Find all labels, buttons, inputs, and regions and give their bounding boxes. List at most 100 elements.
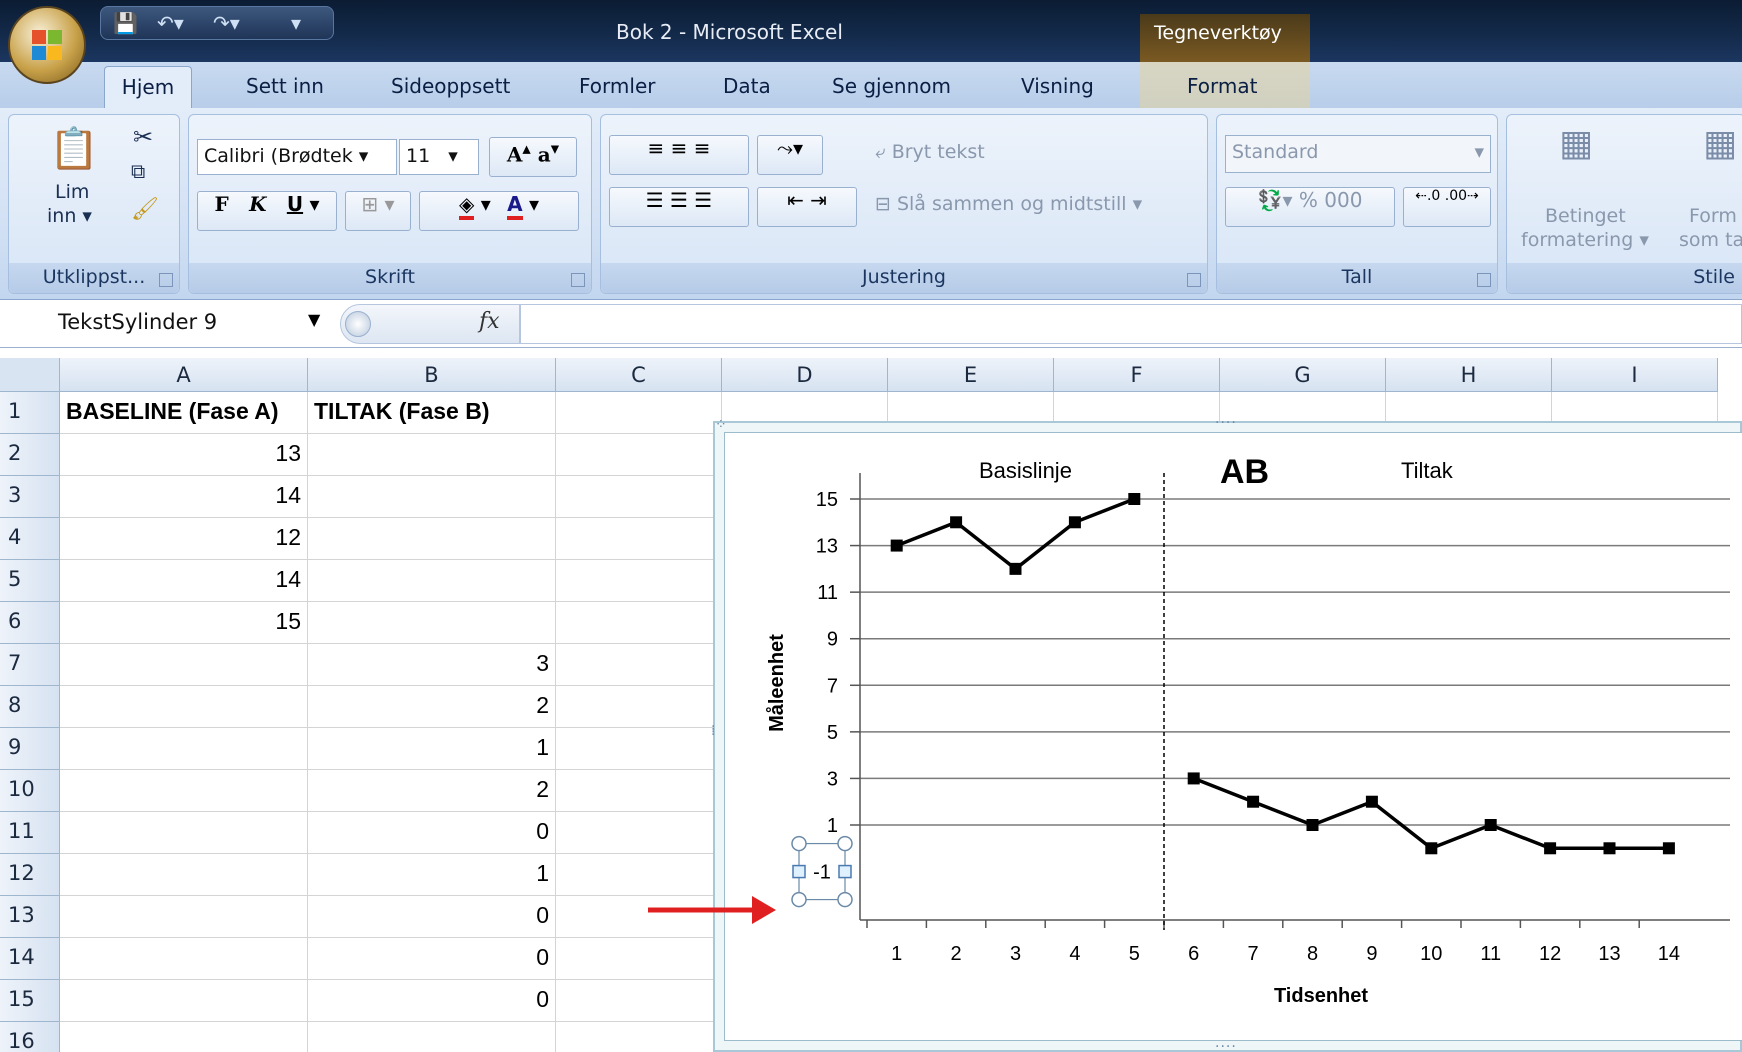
currency-icon[interactable]: 💱▾ <box>1258 188 1293 212</box>
cell-b2[interactable] <box>308 434 556 476</box>
office-button[interactable] <box>8 6 86 84</box>
cell-c2[interactable] <box>556 434 722 476</box>
cell-c14[interactable] <box>556 938 722 980</box>
resize-handle-top[interactable]: ···· <box>1215 415 1237 431</box>
tab-sett-inn[interactable]: Sett inn <box>246 70 324 102</box>
row-header-4[interactable]: 4 <box>0 518 60 560</box>
cell-a2[interactable]: 13 <box>60 434 308 476</box>
tab-data[interactable]: Data <box>723 70 771 102</box>
font-size-grow-shrink[interactable]: A▴ a▾ <box>489 137 577 177</box>
column-header-a[interactable]: A <box>60 358 308 392</box>
cell-c7[interactable] <box>556 644 722 686</box>
bold-button[interactable]: F <box>215 192 229 216</box>
cell-b11[interactable]: 0 <box>308 812 556 854</box>
customize-qat-icon[interactable]: ▾ <box>291 11 301 35</box>
italic-button[interactable]: K <box>249 192 266 216</box>
select-all-corner[interactable] <box>0 358 60 392</box>
cell-c8[interactable] <box>556 686 722 728</box>
cell-b10[interactable]: 2 <box>308 770 556 812</box>
cell-c6[interactable] <box>556 602 722 644</box>
tab-visning[interactable]: Visning <box>1021 70 1094 102</box>
indent-buttons[interactable]: ⇤ ⇥ <box>757 187 857 227</box>
cell-a15[interactable] <box>60 980 308 1022</box>
tab-sideoppsett[interactable]: Sideoppsett <box>391 70 510 102</box>
cell-c15[interactable] <box>556 980 722 1022</box>
tab-formler[interactable]: Formler <box>579 70 655 102</box>
vertical-align-buttons[interactable]: ≡ ≡ ≡ <box>609 135 749 175</box>
cell-a7[interactable] <box>60 644 308 686</box>
insert-function-icon[interactable]: fx <box>479 309 500 334</box>
merge-center-button[interactable]: ⊟ Slå sammen og midtstill ▾ <box>875 193 1142 215</box>
fill-color-icon[interactable]: ◈ <box>458 192 475 220</box>
percent-button[interactable]: % <box>1299 188 1318 212</box>
row-header-13[interactable]: 13 <box>0 896 60 938</box>
tab-hjem[interactable]: Hjem <box>104 66 192 108</box>
cell-b12[interactable]: 1 <box>308 854 556 896</box>
column-header-e[interactable]: E <box>888 358 1054 392</box>
chevron-down-icon[interactable]: ▾ <box>309 192 319 216</box>
horizontal-align-buttons[interactable]: ☰ ☰ ☰ <box>609 187 749 227</box>
copy-icon[interactable]: ⧉ <box>131 159 145 183</box>
cell-c16[interactable] <box>556 1022 722 1052</box>
row-header-12[interactable]: 12 <box>0 854 60 896</box>
cell-c10[interactable] <box>556 770 722 812</box>
cell-b7[interactable]: 3 <box>308 644 556 686</box>
cell-a4[interactable]: 12 <box>60 518 308 560</box>
conditional-format-label-2[interactable]: formatering ▾ <box>1521 229 1649 251</box>
paste-label-1[interactable]: Lim <box>55 181 89 203</box>
cell-a6[interactable]: 15 <box>60 602 308 644</box>
conditional-format-icon[interactable]: ▦ <box>1559 123 1593 164</box>
row-header-10[interactable]: 10 <box>0 770 60 812</box>
column-header-f[interactable]: F <box>1054 358 1220 392</box>
wrap-text-button[interactable]: ⤶ Bryt tekst <box>875 141 985 163</box>
column-header-i[interactable]: I <box>1552 358 1718 392</box>
cell-b15[interactable]: 0 <box>308 980 556 1022</box>
font-color-icon[interactable]: A <box>507 192 523 220</box>
cell-a14[interactable] <box>60 938 308 980</box>
redo-icon[interactable]: ↷▾ <box>213 11 240 35</box>
orientation-button[interactable]: ⤳▾ <box>757 135 823 175</box>
cell-a1[interactable]: BASELINE (Fase A) <box>60 392 308 434</box>
cell-c5[interactable] <box>556 560 722 602</box>
row-header-2[interactable]: 2 <box>0 434 60 476</box>
cell-b1[interactable]: TILTAK (Fase B) <box>308 392 556 434</box>
cut-icon[interactable]: ✂ <box>133 123 153 151</box>
cell-a9[interactable] <box>60 728 308 770</box>
alignment-launcher-icon[interactable] <box>1187 273 1201 287</box>
font-name-select[interactable]: Calibri (Brødtek ▾ <box>197 139 397 175</box>
row-header-5[interactable]: 5 <box>0 560 60 602</box>
cell-c11[interactable] <box>556 812 722 854</box>
cell-a12[interactable] <box>60 854 308 896</box>
tab-se-gjennom[interactable]: Se gjennom <box>832 70 951 102</box>
cell-c9[interactable] <box>556 728 722 770</box>
row-header-8[interactable]: 8 <box>0 686 60 728</box>
column-header-b[interactable]: B <box>308 358 556 392</box>
underline-button[interactable]: U <box>287 192 303 216</box>
row-header-6[interactable]: 6 <box>0 602 60 644</box>
chart-object[interactable]: ⁘ ···· ⁞ ···· 1 3 5 7 9 11 13 15 1 2 3 4 5 6 7 8 9 10 11 12… <box>711 415 1742 1052</box>
clipboard-launcher-icon[interactable] <box>159 273 173 287</box>
save-icon[interactable]: 💾 <box>113 11 138 35</box>
format-painter-icon[interactable]: 🖌 <box>131 197 159 222</box>
row-header-16[interactable]: 16 <box>0 1022 60 1052</box>
resize-handle-top-left[interactable]: ⁘ <box>715 417 728 433</box>
cell-a8[interactable] <box>60 686 308 728</box>
number-format-select[interactable]: Standard ▾ <box>1225 135 1491 173</box>
cell-b4[interactable] <box>308 518 556 560</box>
borders-button[interactable]: ⊞ ▾ <box>345 191 411 231</box>
cell-a3[interactable]: 14 <box>60 476 308 518</box>
cell-b14[interactable]: 0 <box>308 938 556 980</box>
row-header-9[interactable]: 9 <box>0 728 60 770</box>
cell-b3[interactable] <box>308 476 556 518</box>
cell-b16[interactable] <box>308 1022 556 1052</box>
resize-handle-left[interactable]: ⁞ <box>711 723 716 739</box>
row-header-1[interactable]: 1 <box>0 392 60 434</box>
decimal-buttons[interactable]: ⇠.0 .00⇢ <box>1403 187 1491 227</box>
column-header-d[interactable]: D <box>722 358 888 392</box>
cell-a13[interactable] <box>60 896 308 938</box>
cell-b9[interactable]: 1 <box>308 728 556 770</box>
name-box[interactable]: TekstSylinder 9 <box>4 304 334 342</box>
cell-b6[interactable] <box>308 602 556 644</box>
number-launcher-icon[interactable] <box>1477 273 1491 287</box>
row-header-3[interactable]: 3 <box>0 476 60 518</box>
